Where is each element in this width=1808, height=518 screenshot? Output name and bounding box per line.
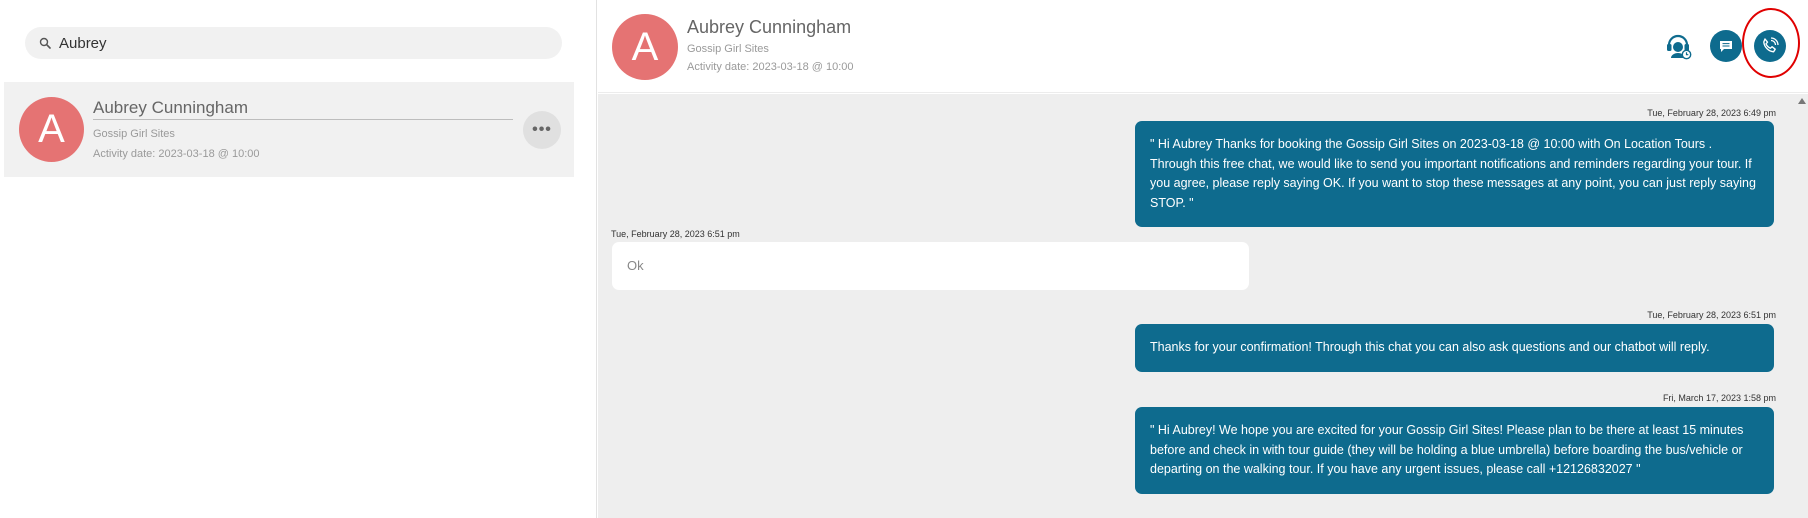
chat-header: A Aubrey Cunningham Gossip Girl Sites Ac… (598, 0, 1808, 93)
phone-call-icon (1761, 37, 1779, 55)
message-thread[interactable]: Tue, February 28, 2023 6:49 pm " Hi Aubr… (598, 94, 1808, 518)
search-bar[interactable] (25, 27, 562, 59)
search-icon (39, 37, 51, 49)
message-button[interactable] (1710, 30, 1742, 62)
outgoing-message: " Hi Aubrey! We hope you are excited for… (1135, 407, 1774, 494)
more-icon: ••• (532, 121, 552, 138)
avatar: A (19, 97, 84, 162)
scroll-up-arrow-icon[interactable] (1798, 98, 1806, 104)
contacts-panel: A Aubrey Cunningham Gossip Girl Sites Ac… (0, 0, 597, 518)
agent-button[interactable] (1662, 30, 1694, 62)
message-timestamp: Tue, February 28, 2023 6:49 pm (1647, 108, 1776, 118)
message-icon (1718, 38, 1734, 54)
contact-list-item[interactable]: A Aubrey Cunningham Gossip Girl Sites Ac… (4, 82, 574, 177)
incoming-message: Ok (612, 242, 1249, 290)
agent-icon (1663, 31, 1693, 61)
outgoing-message: " Hi Aubrey Thanks for booking the Gossi… (1135, 121, 1774, 227)
more-options-button[interactable]: ••• (523, 111, 561, 149)
chat-contact-name: Aubrey Cunningham (687, 17, 852, 37)
chat-tour-name: Gossip Girl Sites (687, 43, 769, 55)
search-input[interactable] (57, 33, 537, 53)
chat-activity-date: Activity date: 2023-03-18 @ 10:00 (687, 61, 854, 73)
message-timestamp: Tue, February 28, 2023 6:51 pm (1647, 310, 1776, 320)
outgoing-message: Thanks for your confirmation! Through th… (1135, 324, 1774, 372)
message-timestamp: Fri, March 17, 2023 1:58 pm (1662, 393, 1776, 403)
chat-panel: A Aubrey Cunningham Gossip Girl Sites Ac… (598, 0, 1808, 518)
avatar: A (612, 14, 678, 80)
contact-name: Aubrey Cunningham (93, 98, 513, 120)
call-button[interactable] (1754, 30, 1786, 62)
contact-activity-date: Activity date: 2023-03-18 @ 10:00 (93, 148, 260, 160)
message-timestamp: Tue, February 28, 2023 6:51 pm (611, 229, 740, 239)
contact-tour-name: Gossip Girl Sites (93, 128, 175, 140)
